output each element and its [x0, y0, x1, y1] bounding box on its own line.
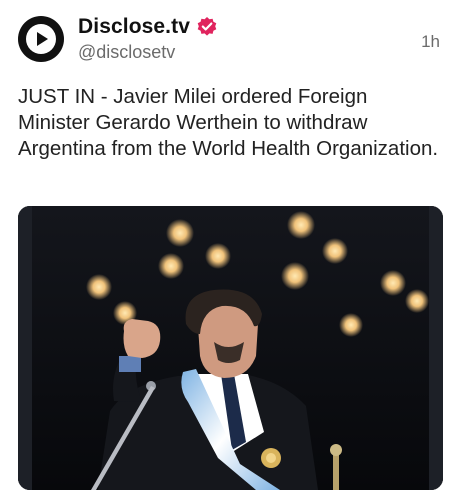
post-text: JUST IN - Javier Milei ordered Foreign M…: [18, 85, 439, 160]
display-name[interactable]: Disclose.tv: [78, 15, 190, 39]
author-info: Disclose.tv @disclosetv: [78, 14, 218, 63]
handle[interactable]: @disclosetv: [78, 42, 218, 63]
post-header: Disclose.tv @disclosetv 1h: [18, 14, 448, 66]
timestamp[interactable]: 1h: [421, 32, 440, 52]
post-card[interactable]: Disclose.tv @disclosetv 1h JUST IN - Jav…: [0, 0, 461, 500]
avatar[interactable]: [18, 16, 64, 62]
verified-badge-icon: [196, 16, 218, 38]
play-logo-icon: [26, 24, 56, 54]
post-image[interactable]: [18, 206, 443, 490]
